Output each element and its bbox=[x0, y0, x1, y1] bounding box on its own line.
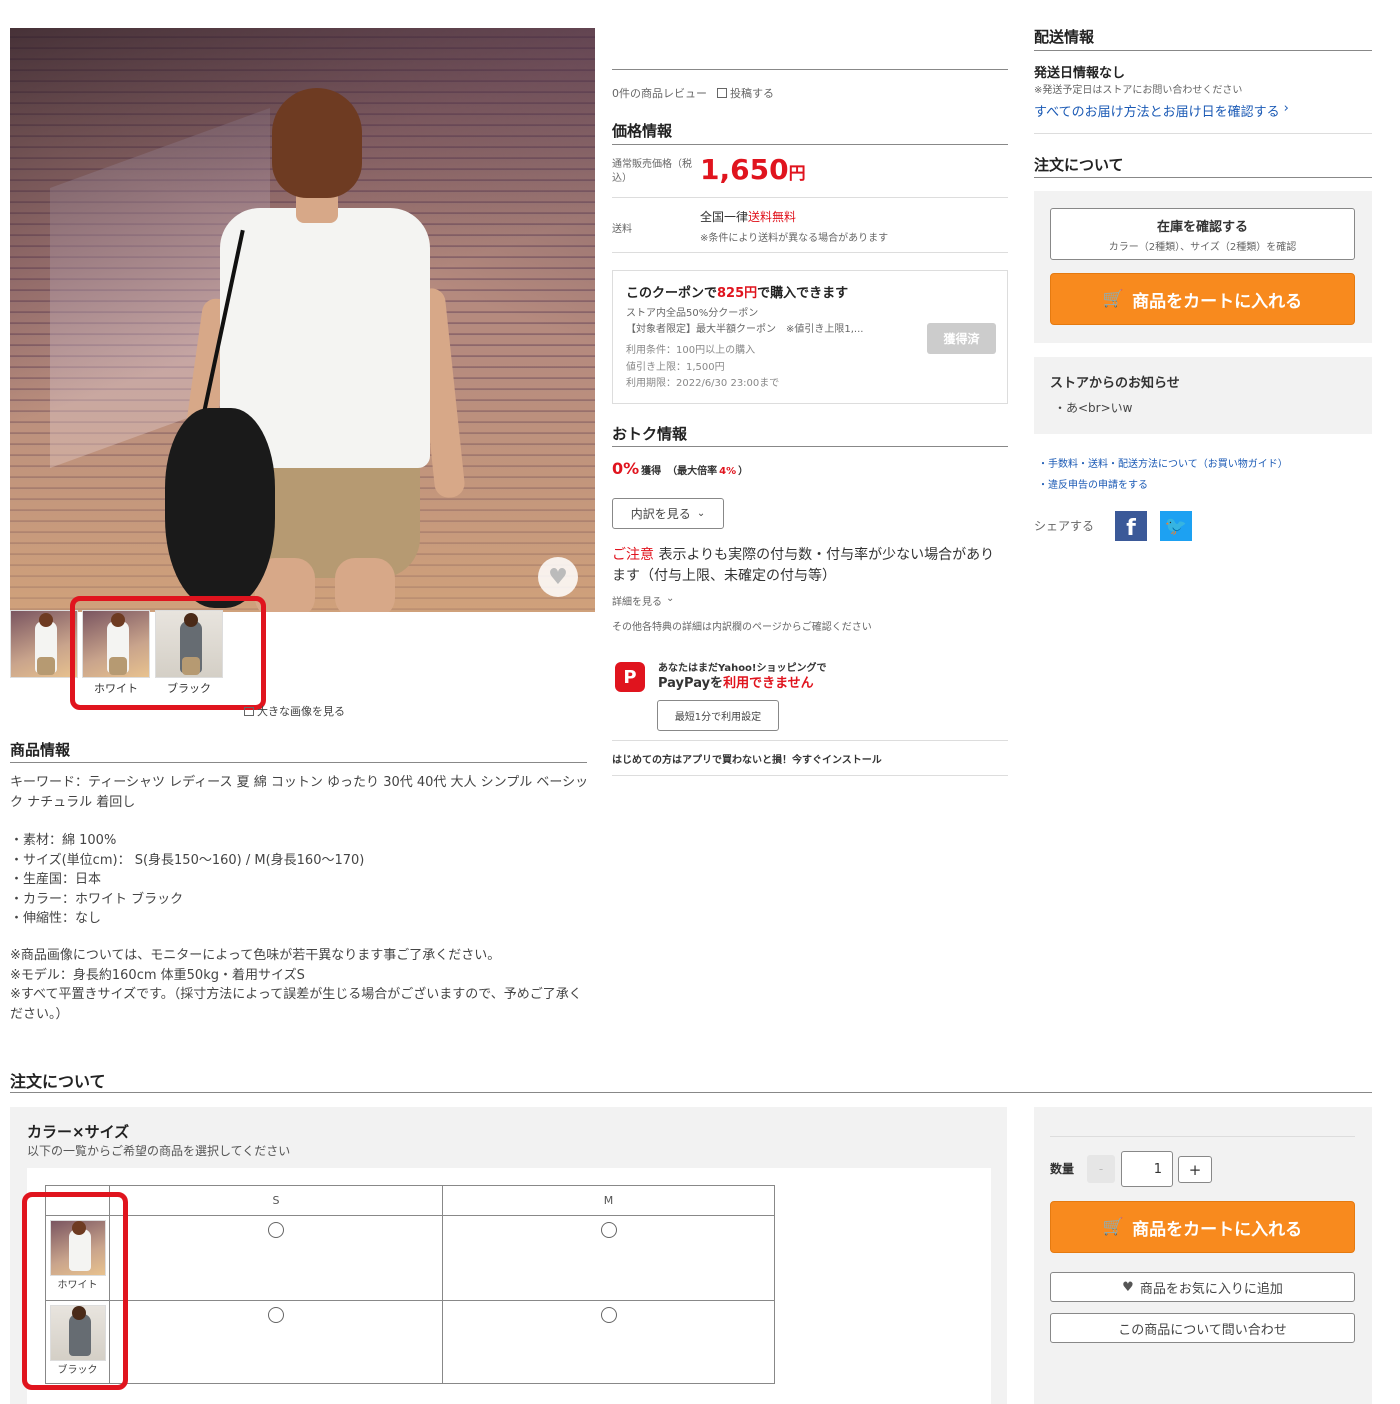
paypay-line2: PayPayを利用できません bbox=[658, 676, 814, 691]
model-figure bbox=[165, 88, 466, 612]
quantity-minus-button[interactable]: - bbox=[1087, 1155, 1115, 1183]
review-row: 0件の商品レビュー 投稿する bbox=[612, 85, 774, 101]
option-subtitle: 以下の一覧からご希望の商品を選択してください bbox=[27, 1144, 291, 1158]
normal-price-label: 通常販売価格（税込） bbox=[612, 159, 692, 184]
coupon-cond2: 値引き上限：1,500円 bbox=[626, 362, 725, 373]
delivery-heading: 配送情報 bbox=[1034, 28, 1095, 46]
points-rate: 0% 獲得 （最大倍率 4%） bbox=[612, 459, 749, 478]
coupon-line2: 【対象者限定】最大半額クーポン ※値引き上限1,... bbox=[626, 324, 864, 335]
add-to-cart-bottom-button[interactable]: 🛒 商品をカートに入れる bbox=[1050, 1201, 1355, 1253]
radio-black-s[interactable] bbox=[268, 1307, 284, 1323]
report-violation-link[interactable]: ・違反申告の申請をする bbox=[1038, 476, 1148, 491]
size-header-m: M bbox=[442, 1185, 775, 1216]
product-info-heading: 商品情報 bbox=[10, 741, 71, 759]
store-notice-heading: ストアからのお知らせ bbox=[1050, 376, 1180, 391]
favorite-heart-icon[interactable]: ♥ bbox=[538, 557, 578, 597]
highlight-box-colors bbox=[22, 1192, 128, 1390]
price-unit: 円 bbox=[788, 164, 806, 184]
highlight-box bbox=[70, 596, 266, 710]
share-label: シェアする bbox=[1034, 519, 1095, 533]
radio-black-m[interactable] bbox=[600, 1307, 617, 1323]
thumbnail-main[interactable] bbox=[10, 610, 78, 678]
cart-icon: 🛒 bbox=[1102, 289, 1125, 309]
inquiry-button[interactable]: この商品について問い合わせ bbox=[1050, 1313, 1355, 1343]
coupon-line1: ストア内全品50%分クーポン bbox=[626, 308, 759, 319]
price-info-heading: 価格情報 bbox=[612, 122, 673, 140]
shopping-guide-link[interactable]: ・手数料・送料・配送方法について（お買い物ガイド） bbox=[1038, 455, 1288, 470]
other-benefits-note: その他各特典の詳細は内訳欄のページからご確認ください bbox=[612, 622, 872, 633]
shipping-info: 全国一律送料無料 bbox=[700, 210, 797, 224]
all-delivery-methods-link[interactable]: すべてのお届け方法とお届け日を確認する › bbox=[1034, 101, 1289, 120]
edit-icon bbox=[717, 88, 727, 98]
paypay-setup-button[interactable]: 最短1分で利用設定 bbox=[657, 700, 779, 731]
main-product-image[interactable] bbox=[10, 28, 595, 612]
quantity-label: 数量 bbox=[1050, 1162, 1075, 1176]
check-stock-button[interactable]: 在庫を確認する カラー（2種類）、サイズ（2種類）を確認 bbox=[1050, 208, 1355, 260]
facebook-icon[interactable]: f bbox=[1115, 511, 1147, 541]
coupon-cond3: 利用期限：2022/6/30 23:00まで bbox=[626, 378, 780, 389]
order-bottom-heading: 注文について bbox=[10, 1072, 106, 1091]
price-value: 1,650 bbox=[700, 153, 789, 186]
product-specs: ・素材：綿 100% ・サイズ(単位cm)： S(身長150～160) / M(… bbox=[10, 833, 365, 926]
radio-white-m[interactable] bbox=[600, 1222, 617, 1238]
store-notice-text: ・あ<br>いw bbox=[1054, 401, 1133, 415]
quantity-plus-button[interactable]: + bbox=[1178, 1156, 1212, 1183]
deals-heading: おトク情報 bbox=[612, 425, 688, 443]
cart-icon: 🛒 bbox=[1102, 1217, 1125, 1237]
radio-white-s[interactable] bbox=[268, 1222, 284, 1238]
ship-note: ※発送予定日はストアにお問い合わせください bbox=[1034, 85, 1243, 96]
shipping-note: ※条件により送料が異なる場合があります bbox=[700, 233, 889, 244]
breakdown-button[interactable]: 内訳を見る ⌄ bbox=[612, 498, 724, 529]
price-display: 1,650 円 bbox=[700, 153, 806, 186]
details-link[interactable]: 詳細を見る ⌄ bbox=[612, 593, 674, 608]
option-table: S M ホワイト ブラック bbox=[45, 1185, 775, 1384]
heart-icon: ♥ bbox=[1122, 1279, 1134, 1295]
image-icon bbox=[244, 706, 254, 716]
order-side-heading: 注文について bbox=[1034, 156, 1124, 174]
app-install-banner[interactable]: はじめての方はアプリで買わないと損！今すぐインストール bbox=[612, 751, 882, 766]
chevron-down-icon: ⌄ bbox=[666, 593, 675, 604]
coupon-cond1: 利用条件：100円以上の購入 bbox=[626, 345, 756, 356]
product-notes: ※商品画像については、モニターによって色味が若干異なります事ご了承ください。 ※… bbox=[10, 948, 582, 1022]
enlarge-image-link[interactable]: 大きな画像を見る bbox=[244, 703, 345, 719]
coupon-title: このクーポンで825円で購入できます bbox=[626, 286, 849, 301]
cart-panel bbox=[1034, 1107, 1372, 1404]
coupon-box: このクーポンで825円で購入できます ストア内全品50%分クーポン 【対象者限定… bbox=[612, 270, 1008, 404]
add-to-cart-button[interactable]: 🛒 商品をカートに入れる bbox=[1050, 273, 1355, 325]
coupon-acquired-button[interactable]: 獲得済 bbox=[927, 323, 996, 354]
caution-text: ご注意 表示よりも実際の付与数・付与率が少ない場合があります（付与上限、未確定の… bbox=[612, 547, 995, 584]
post-review-link[interactable]: 投稿する bbox=[717, 85, 774, 101]
quantity-input[interactable]: 1 bbox=[1121, 1151, 1173, 1187]
ship-date: 発送日情報なし bbox=[1034, 66, 1126, 81]
product-keywords: キーワード：ティーシャツ レディース 夏 綿 コットン ゆったり 30代 40代… bbox=[10, 775, 589, 810]
option-title: カラー×サイズ bbox=[27, 1123, 130, 1141]
chevron-down-icon: ⌄ bbox=[696, 508, 706, 519]
paypay-icon: P bbox=[615, 662, 645, 692]
shipping-label: 送料 bbox=[612, 224, 632, 235]
add-favorite-button[interactable]: ♥ 商品をお気に入りに追加 bbox=[1050, 1272, 1355, 1302]
twitter-icon[interactable]: 🐦 bbox=[1160, 511, 1192, 541]
chevron-right-icon: › bbox=[1283, 101, 1289, 116]
size-header-s: S bbox=[109, 1185, 443, 1216]
review-count-link[interactable]: 0件の商品レビュー bbox=[612, 85, 707, 101]
store-notice-box: ストアからのお知らせ ・あ<br>いw bbox=[1034, 357, 1372, 434]
